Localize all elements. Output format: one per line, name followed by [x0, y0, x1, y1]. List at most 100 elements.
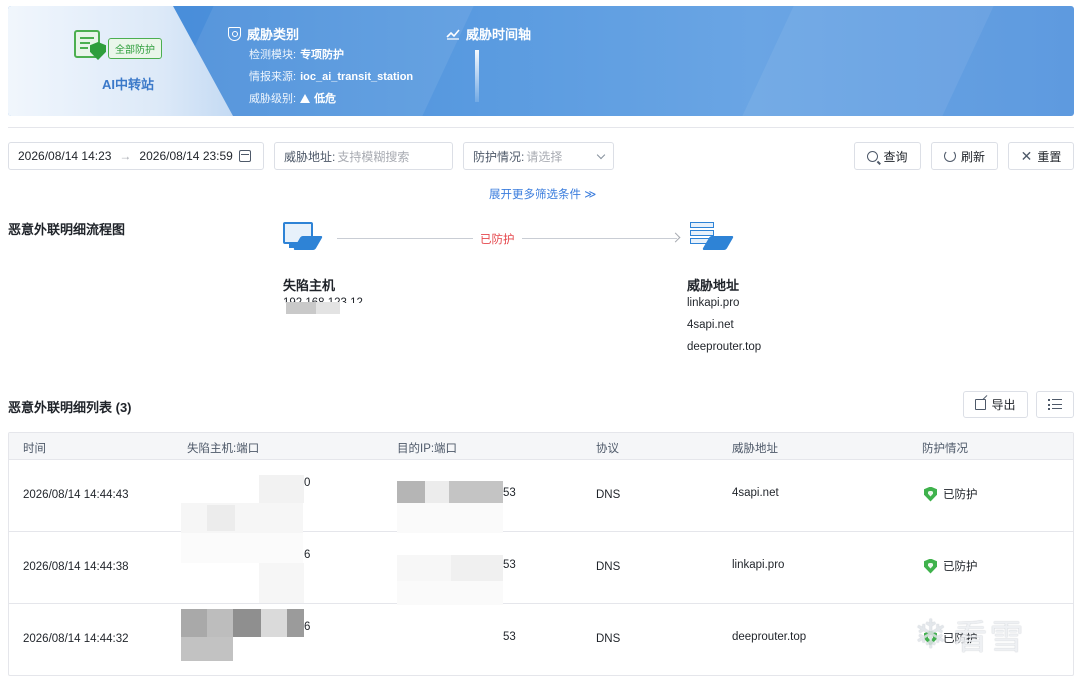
flow-status: 已防护: [480, 234, 515, 246]
column-header[interactable]: 失陷主机:端口: [187, 440, 259, 456]
threat-level-value: 低危: [314, 93, 337, 105]
source-node-title: 失陷主机: [283, 278, 336, 293]
threat-timeline-label: 威胁时间轴: [466, 27, 532, 42]
export-button[interactable]: 导出: [963, 391, 1028, 418]
reset-button[interactable]: ✕ 重置: [1008, 142, 1074, 170]
snowflake-icon: ❄: [914, 611, 948, 658]
threat-timeline-title: 威胁时间轴: [446, 24, 531, 43]
redacted-block: [259, 475, 304, 503]
table-row[interactable]: 2026/08/14 14:44:43 0 53 DNS 4sapi.net 已…: [9, 460, 1073, 532]
cell-address[interactable]: 4sapi.net: [732, 487, 779, 499]
refresh-label: 刷新: [960, 149, 985, 164]
cell-dest-port: 53: [503, 631, 516, 643]
threat-address-input[interactable]: 支持模糊搜索: [337, 148, 409, 165]
threat-category-title: 威胁类别: [228, 24, 299, 43]
cell-protocol: DNS: [596, 489, 621, 501]
column-header[interactable]: 时间: [23, 440, 46, 456]
protection-status-text: 已防护: [943, 489, 978, 501]
divider: [8, 127, 1074, 128]
chevron-down-icon[interactable]: [596, 150, 606, 159]
table-row[interactable]: 2026/08/14 14:44:38 6 53 DNS linkapi.pro…: [9, 532, 1073, 604]
threat-level-line: 威胁级别: 低危: [249, 90, 336, 106]
asset-document-shield-icon: [74, 30, 108, 62]
target-address-2: 4sapi.net: [687, 319, 734, 331]
intel-source-label: 情报来源:: [249, 71, 297, 83]
flow-section-title: 恶意外联明细流程图: [8, 222, 126, 237]
redacted-block: [261, 609, 287, 637]
protection-status-text: 已防护: [943, 561, 978, 573]
target-address-3: deeprouter.top: [687, 341, 762, 353]
redacted-block: [449, 481, 503, 503]
redacted-block: [181, 503, 303, 533]
redacted-block: [181, 637, 233, 661]
cell-address[interactable]: deeprouter.top: [732, 631, 806, 643]
shield-check-icon: [924, 558, 937, 574]
timeline-bar[interactable]: [475, 50, 479, 102]
asset-panel: [8, 6, 233, 116]
redacted-block: [287, 609, 304, 637]
protection-status-placeholder[interactable]: 请选择: [526, 148, 562, 165]
cell-dest-port: 53: [503, 487, 516, 499]
cell-host-port: 0: [304, 477, 311, 489]
shield-icon: [228, 26, 241, 41]
threat-address-label: 威胁地址:: [284, 149, 336, 164]
date-end[interactable]: 2026/08/14 23:59: [139, 149, 232, 163]
column-header[interactable]: 目的IP:端口: [397, 440, 457, 456]
warning-icon: [300, 94, 311, 103]
intel-source-line: 情报来源: ioc_ai_transit_station: [249, 68, 413, 84]
redacted-block: [181, 609, 207, 637]
refresh-button[interactable]: 刷新: [931, 142, 998, 170]
redacted-block: [207, 609, 233, 637]
threat-address-field[interactable]: 威胁地址: 支持模糊搜索: [274, 142, 453, 170]
target-node-title: 威胁地址: [687, 278, 740, 293]
threat-level-label: 威胁级别:: [249, 93, 297, 105]
flow-line: [522, 238, 677, 239]
column-settings-button[interactable]: [1036, 391, 1074, 418]
detect-module-label: 检测模块:: [249, 49, 297, 61]
search-icon: [867, 150, 879, 162]
redacted-block: [181, 533, 303, 563]
intel-source-value: ioc_ai_transit_station: [300, 71, 414, 83]
cell-protection: 已防护: [924, 558, 978, 574]
threat-banner: 全部防护 AI中转站 威胁类别 检测模块: 专项防护 情报来源: ioc_ai_tr…: [8, 6, 1074, 116]
cell-dest-port: 53: [503, 559, 516, 571]
redacted-block: [316, 302, 340, 314]
redacted-block: [425, 481, 449, 503]
redacted-block: [397, 581, 503, 605]
expand-filters-link[interactable]: 展开更多筛选条件 ≫: [489, 186, 596, 202]
column-header[interactable]: 防护情况: [922, 440, 968, 456]
date-range-separator: →: [119, 149, 132, 163]
cell-host-port: 6: [304, 549, 311, 561]
redacted-block: [207, 505, 235, 531]
cell-time: 2026/08/14 14:44:38: [23, 561, 129, 573]
target-address-1: linkapi.pro: [687, 297, 740, 309]
protection-status-select[interactable]: 防护情况: 请选择: [463, 142, 614, 170]
export-label: 导出: [991, 398, 1016, 412]
column-header[interactable]: 威胁地址: [732, 440, 778, 456]
table-header: 时间 失陷主机:端口 目的IP:端口 协议 威胁地址 防护情况: [9, 433, 1073, 460]
redacted-block: [397, 555, 451, 581]
date-range-picker[interactable]: 2026/08/14 14:23 → 2026/08/14 23:59: [8, 142, 264, 170]
redacted-block: [397, 503, 503, 533]
list-icon: [1048, 399, 1062, 410]
cell-protection: 已防护: [924, 486, 978, 502]
refresh-icon: [943, 150, 956, 162]
watermark: ❄ 看雪: [914, 610, 1026, 659]
query-label: 查询: [883, 149, 908, 164]
trend-icon: [446, 28, 460, 40]
redacted-block: [259, 563, 304, 603]
redacted-block: [233, 609, 261, 637]
close-icon: ✕: [1020, 148, 1033, 164]
list-section-title: 恶意外联明细列表 (3): [8, 400, 132, 415]
column-header[interactable]: 协议: [596, 440, 619, 456]
redacted-block: [286, 302, 316, 314]
calendar-icon[interactable]: [238, 150, 251, 162]
cell-address[interactable]: linkapi.pro: [732, 559, 784, 571]
compromised-host-icon: [283, 222, 325, 256]
query-button[interactable]: 查询: [854, 142, 921, 170]
date-start[interactable]: 2026/08/14 14:23: [18, 149, 111, 163]
redacted-block: [397, 481, 425, 503]
cell-protocol: DNS: [596, 561, 621, 573]
asset-name: AI中转站: [101, 77, 154, 92]
shield-check-icon: [924, 486, 937, 502]
